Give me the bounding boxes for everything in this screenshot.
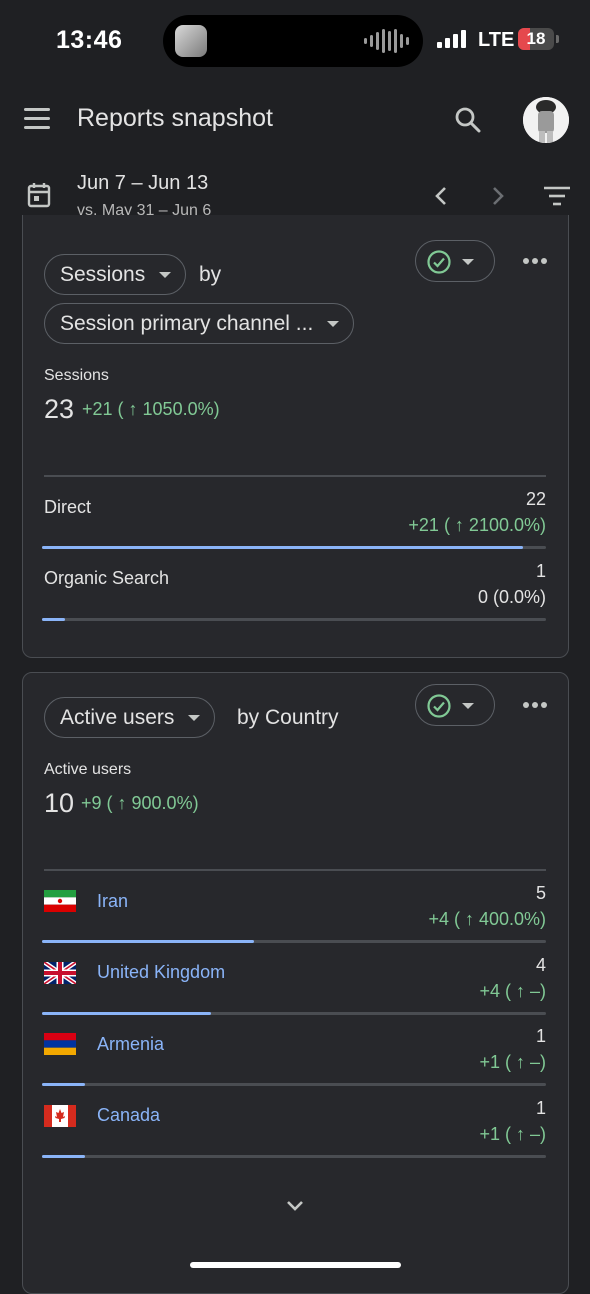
row-change: 0 (0.0%): [477, 587, 546, 607]
row-change: +4 ( ↑ 400.0%): [428, 909, 546, 929]
row-share-fill: [42, 1012, 211, 1015]
metric-dropdown[interactable]: Active users: [44, 697, 216, 738]
row-link-canada[interactable]: Canada: [97, 1105, 160, 1126]
divider: [44, 475, 546, 477]
row-share-fill: [42, 618, 65, 621]
check-circle-icon: [427, 694, 451, 718]
row-link-iran[interactable]: Iran: [97, 891, 128, 912]
chevron-left-icon[interactable]: [428, 182, 456, 210]
row-name-organic-search: Organic Search: [44, 568, 170, 588]
iran-flag: [44, 890, 76, 912]
metric-label: Sessions: [44, 367, 109, 384]
row-share-bar: [42, 546, 546, 549]
page-title: Reports snapshot: [77, 104, 273, 132]
metric-value: 23: [44, 394, 75, 424]
armenia-flag: [44, 1033, 76, 1055]
battery-tip: [556, 35, 559, 43]
row-name-direct: Direct: [44, 497, 92, 517]
divider: [44, 869, 546, 871]
row-value: 1: [535, 1026, 546, 1046]
date-range[interactable]: Jun 7 – Jun 13: [77, 172, 208, 195]
chevron-right-icon: [483, 182, 511, 210]
filter-icon[interactable]: [541, 182, 573, 210]
row-link-armenia[interactable]: Armenia: [97, 1034, 164, 1055]
home-indicator[interactable]: [190, 1262, 401, 1268]
row-share-fill: [42, 1155, 85, 1158]
row-change: +4 ( ↑ –): [479, 981, 546, 1001]
row-link-united-kingdom[interactable]: United Kingdom: [97, 962, 225, 983]
row-share-fill: [42, 1083, 85, 1086]
calendar-icon[interactable]: [26, 181, 52, 209]
row-change: +21 ( ↑ 2100.0%): [408, 515, 546, 535]
row-share-bar: [42, 1083, 546, 1086]
dropdown-caret-icon: [462, 259, 474, 265]
row-share-fill: [42, 546, 524, 549]
metric-value: 10: [44, 788, 75, 818]
now-playing-thumbnail: [175, 25, 207, 57]
row-change: +1 ( ↑ –): [479, 1124, 546, 1144]
canada-flag: [44, 1105, 76, 1127]
row-value: 1: [535, 561, 546, 581]
row-share-bar: [42, 1155, 546, 1158]
dynamic-island[interactable]: [163, 15, 423, 67]
network-type: LTE: [478, 29, 515, 51]
cellular-signal-icon: [437, 30, 466, 48]
chevron-down-icon[interactable]: [284, 1198, 306, 1214]
compare-toggle[interactable]: [415, 240, 495, 282]
row-share-bar: [42, 1012, 546, 1015]
metric-dropdown[interactable]: Sessions: [44, 254, 187, 295]
account-avatar[interactable]: [523, 97, 569, 143]
status-time: 13:46: [56, 26, 123, 54]
dropdown-caret-icon: [462, 703, 474, 709]
audio-waveform-icon: [364, 29, 409, 53]
battery-level: 18: [526, 29, 546, 48]
dropdown-caret-icon: [327, 320, 340, 327]
row-share-fill: [42, 940, 254, 943]
metric-change: +9 ( ↑ 900.0%): [81, 793, 199, 813]
row-value: 1: [535, 1098, 546, 1118]
compare-toggle[interactable]: [415, 684, 495, 726]
connector-text: by: [199, 263, 222, 286]
metric-change: +21 ( ↑ 1050.0%): [82, 399, 220, 419]
battery-icon: 18: [518, 28, 554, 50]
row-value: 22: [525, 489, 546, 509]
row-value: 4: [535, 955, 546, 975]
search-icon[interactable]: [452, 104, 484, 136]
united-kingdom-flag: [44, 962, 76, 984]
dropdown-caret-icon: [159, 271, 172, 278]
row-value: 5: [535, 883, 546, 903]
dimension-dropdown-label: Session primary channel ...: [60, 311, 314, 335]
dimension-dropdown[interactable]: Session primary channel ...: [44, 303, 355, 344]
dropdown-caret-icon: [188, 714, 201, 721]
connector-text: by Country: [237, 706, 339, 729]
metric-dropdown-label: Active users: [60, 705, 175, 729]
check-circle-icon: [427, 250, 451, 274]
more-options-icon[interactable]: [523, 702, 549, 710]
row-change: +1 ( ↑ –): [479, 1052, 546, 1072]
menu-icon[interactable]: [24, 108, 52, 130]
row-share-bar: [42, 940, 546, 943]
metric-label: Active users: [44, 761, 132, 778]
row-share-bar: [42, 618, 546, 621]
more-options-icon[interactable]: [523, 258, 549, 266]
metric-dropdown-label: Sessions: [60, 262, 146, 286]
